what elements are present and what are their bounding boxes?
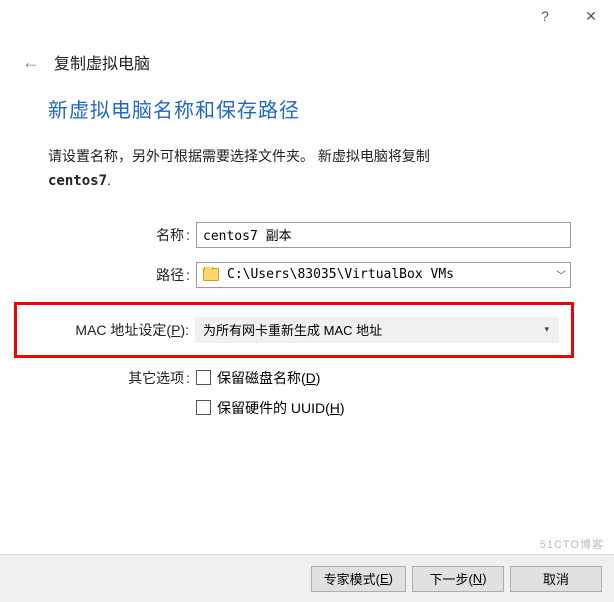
dropdown-arrow-icon: ▾ xyxy=(544,324,549,335)
help-icon: ? xyxy=(541,8,549,24)
mac-policy-dropdown[interactable]: 为所有网卡重新生成 MAC 地址 ▾ xyxy=(195,317,559,343)
description: 请设置名称，另外可根据需要选择文件夹。 新虚拟电脑将复制 centos7. xyxy=(48,145,574,194)
keep-uuid-label: 保留硬件的 UUID(H) xyxy=(217,398,345,418)
folder-icon xyxy=(203,268,219,281)
cancel-button[interactable]: 取消 xyxy=(510,566,602,592)
next-button[interactable]: 下一步(N) xyxy=(412,566,504,592)
path-selector[interactable]: C:\Users\83035\VirtualBox VMs ﹀ xyxy=(196,262,571,288)
form: 名称 路径 C:\Users\83035\VirtualBox VMs ﹀ MA… xyxy=(48,222,574,428)
chevron-down-icon: ﹀ xyxy=(556,267,566,282)
path-value: C:\Users\83035\VirtualBox VMs xyxy=(227,267,454,282)
close-icon: ✕ xyxy=(585,8,597,25)
content: 新虚拟电脑名称和保存路径 请设置名称，另外可根据需要选择文件夹。 新虚拟电脑将复… xyxy=(0,84,614,428)
header: ← 复制虚拟电脑 xyxy=(0,32,614,84)
mac-label: MAC 地址设定(P): xyxy=(17,320,195,340)
keep-disk-names-label: 保留磁盘名称(D) xyxy=(217,368,320,388)
titlebar: ? ✕ xyxy=(0,0,614,32)
other-label: 其它选项 xyxy=(48,368,196,388)
keep-disk-names-checkbox[interactable]: 保留磁盘名称(D) xyxy=(196,368,320,388)
description-text: 请设置名称，另外可根据需要选择文件夹。 新虚拟电脑将复制 xyxy=(48,148,430,164)
checkbox-icon xyxy=(196,370,211,385)
close-button[interactable]: ✕ xyxy=(568,0,614,32)
dialog-title: 复制虚拟电脑 xyxy=(54,50,150,74)
mac-policy-value: 为所有网卡重新生成 MAC 地址 xyxy=(203,320,382,339)
back-arrow-icon[interactable]: ← xyxy=(22,52,40,73)
name-label: 名称 xyxy=(48,225,196,245)
path-label: 路径 xyxy=(48,265,196,285)
keep-uuid-checkbox[interactable]: 保留硬件的 UUID(H) xyxy=(196,398,345,418)
source-vm-name: centos7 xyxy=(48,173,107,189)
checkbox-icon xyxy=(196,400,211,415)
name-input[interactable] xyxy=(196,222,571,248)
path-row: 路径 C:\Users\83035\VirtualBox VMs ﹀ xyxy=(48,262,574,288)
description-dot: . xyxy=(107,172,111,188)
help-button[interactable]: ? xyxy=(522,0,568,32)
watermark: 51CTO博客 xyxy=(540,536,604,552)
section-title: 新虚拟电脑名称和保存路径 xyxy=(48,94,574,123)
expert-mode-button[interactable]: 专家模式(E) xyxy=(311,566,406,592)
mac-policy-row: MAC 地址设定(P): 为所有网卡重新生成 MAC 地址 ▾ xyxy=(14,302,574,358)
other-options-row: 其它选项 保留磁盘名称(D) 保留硬件的 UUID(H) xyxy=(48,368,574,428)
footer: 专家模式(E) 下一步(N) 取消 xyxy=(0,554,614,602)
name-row: 名称 xyxy=(48,222,574,248)
